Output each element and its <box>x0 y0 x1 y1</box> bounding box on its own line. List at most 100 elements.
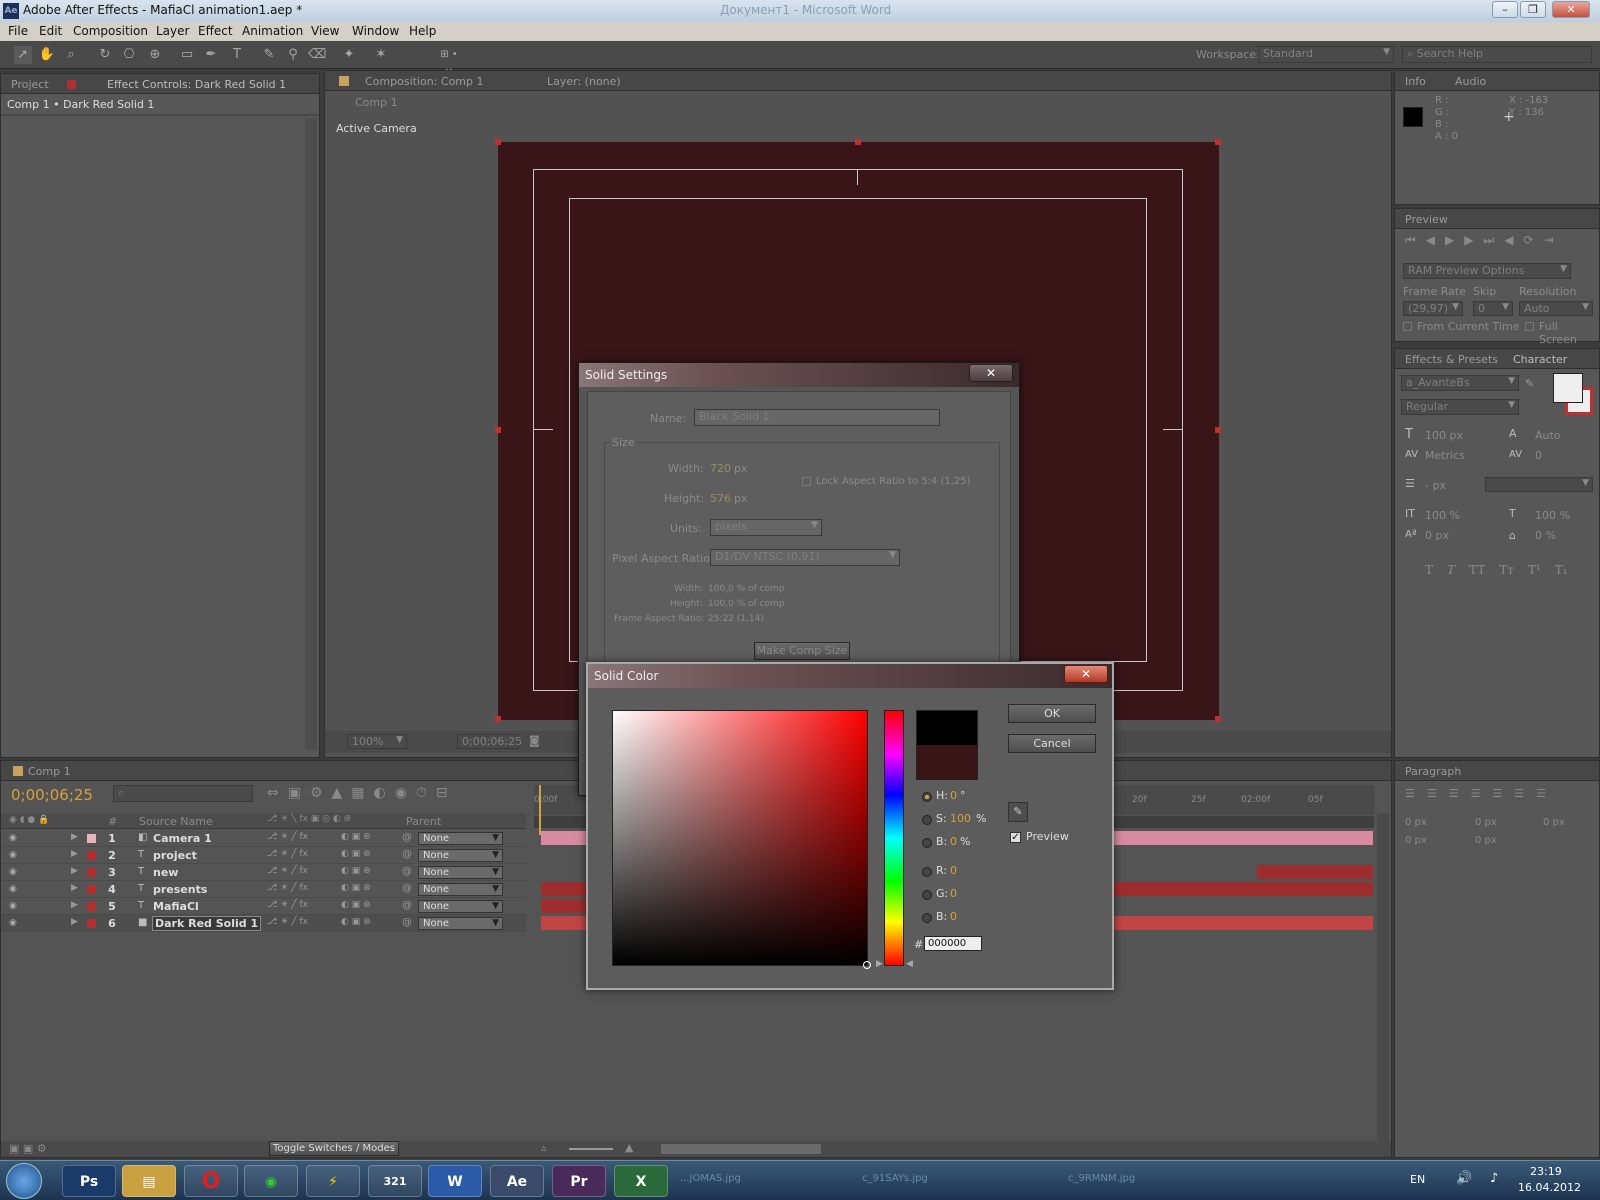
menu-file[interactable]: File <box>8 24 28 38</box>
fill-color-swatch-front[interactable] <box>1553 373 1583 403</box>
text-style-buttons[interactable]: T T TT Tт T¹ T₁ <box>1425 563 1568 577</box>
alignment-buttons[interactable]: ☰☰☰☰☰☰☰ <box>1405 787 1558 800</box>
layer-3d-switches[interactable]: ◐ ▣ ⊛ <box>341 832 371 842</box>
snapshot-icon[interactable]: ◙ <box>529 734 540 747</box>
layer-handle[interactable] <box>1215 716 1221 722</box>
subscript-button[interactable]: T₁ <box>1555 563 1568 577</box>
layer-3d-switches[interactable]: ◐ ▣ ⊛ <box>341 849 371 859</box>
layer-3d-switches[interactable]: ◐ ▣ ⊛ <box>341 917 371 927</box>
expand-triangle-icon[interactable]: ▶ <box>71 832 78 842</box>
tab-effect-controls[interactable]: Effect Controls: Dark Red Solid 1 <box>107 78 286 91</box>
skip-dropdown[interactable]: 0 ▼ <box>1473 301 1513 316</box>
ghost-taskbar-item[interactable]: ...JOMAS.jpg <box>680 1173 741 1184</box>
layer-switches[interactable]: ⎇ ☀ ╱ fx <box>267 832 308 842</box>
menu-animation[interactable]: Animation <box>242 24 303 38</box>
old-color-swatch[interactable] <box>917 745 977 779</box>
pan-behind-tool-icon[interactable]: ⊕ <box>146 46 164 64</box>
chrome-taskbar-icon[interactable]: ◉ <box>244 1165 298 1197</box>
hex-input[interactable]: 000000 <box>924 936 982 951</box>
expand-triangle-icon[interactable]: ▶ <box>71 849 78 859</box>
g-value[interactable]: 0 <box>950 887 957 900</box>
opera-taskbar-icon[interactable]: O <box>184 1165 238 1197</box>
lock-aspect-checkbox[interactable] <box>802 477 811 486</box>
current-time-indicator[interactable] <box>539 785 541 835</box>
timeline-horizontal-scrollbar[interactable] <box>661 1144 821 1154</box>
layer-handle[interactable] <box>1215 139 1221 145</box>
layer-3d-switches[interactable]: ◐ ▣ ⊛ <box>341 866 371 876</box>
comp-timecode-field[interactable]: 0;00;06;25 <box>457 734 522 749</box>
space-before[interactable]: 0 px <box>1405 835 1427 846</box>
label-color-swatch[interactable] <box>87 868 96 877</box>
layer-row[interactable]: ◉ ▶ 3 Tnew ⎇ ☀ ╱ fx ◐ ▣ ⊛ @ None ▼ <box>1 864 526 881</box>
eye-icon[interactable]: ◉ <box>9 918 19 928</box>
comp-breadcrumb[interactable]: Comp 1 <box>355 96 398 109</box>
layer-row[interactable]: ◉ ▶ 2 Tproject ⎇ ☀ ╱ fx ◐ ▣ ⊛ @ None ▼ <box>1 847 526 864</box>
eye-icon[interactable]: ◉ <box>9 884 19 894</box>
faux-italic-button[interactable]: T <box>1447 563 1455 577</box>
winamp-taskbar-icon[interactable]: ⚡ <box>306 1165 360 1197</box>
solid-name-input[interactable]: Black Solid 1 <box>694 409 940 426</box>
faux-bold-button[interactable]: T <box>1425 563 1433 577</box>
expand-triangle-icon[interactable]: ▶ <box>71 917 78 927</box>
solid-settings-close-button[interactable]: ✕ <box>969 364 1013 382</box>
stroke-width-value[interactable]: - px <box>1425 479 1446 492</box>
layer-row[interactable]: ◉ ▶ 4 Tpresents ⎇ ☀ ╱ fx ◐ ▣ ⊛ @ None ▼ <box>1 881 526 898</box>
menu-composition[interactable]: Composition <box>73 24 148 38</box>
par-dropdown[interactable]: D1/DV NTSC (0,91) ▼ <box>710 549 900 566</box>
b-radio[interactable] <box>922 838 932 848</box>
timeline-switches-toolbar[interactable]: ⇔▣⚙▲▦◐◉⏱⊟ <box>267 785 457 801</box>
menu-effect[interactable]: Effect <box>198 24 233 38</box>
tab-layer[interactable]: Layer: (none) <box>547 75 621 88</box>
h-value[interactable]: 0 <box>950 789 957 802</box>
layer-switches[interactable]: ⎇ ☀ ╱ fx <box>267 900 308 910</box>
label-color-swatch[interactable] <box>87 851 96 860</box>
zoom-in-icon[interactable]: ▲ <box>625 1141 633 1154</box>
col-parent[interactable]: Parent <box>406 815 441 828</box>
font-family-dropdown[interactable]: a_AvanteBs ▼ <box>1401 375 1519 391</box>
layer-handle[interactable] <box>855 139 861 145</box>
space-after[interactable]: 0 px <box>1475 835 1497 846</box>
search-help-input[interactable]: ⌕ Search Help <box>1402 46 1592 63</box>
expand-triangle-icon[interactable]: ▶ <box>71 883 78 893</box>
hue-slider-left-arrow[interactable]: ▶ <box>876 959 883 969</box>
timeline-vertical-scrollbar[interactable] <box>1377 813 1389 1143</box>
close-window-button[interactable]: ✕ <box>1552 1 1590 18</box>
cancel-button[interactable]: Cancel <box>1008 734 1096 753</box>
word-taskbar-icon[interactable]: W <box>428 1165 482 1197</box>
blue-radio[interactable] <box>922 913 932 923</box>
blue-value[interactable]: 0 <box>950 910 957 923</box>
layer-handle[interactable] <box>495 139 501 145</box>
layer-bar-mafiacl[interactable] <box>541 899 589 913</box>
layer-name[interactable]: MafiaCl <box>153 900 199 913</box>
type-tool-icon[interactable]: T <box>228 46 246 64</box>
excel-taskbar-icon[interactable]: X <box>614 1165 668 1197</box>
eye-icon[interactable]: ◉ <box>9 850 19 860</box>
rotate-tool-icon[interactable]: ↻ <box>96 46 114 64</box>
language-indicator[interactable]: EN <box>1410 1173 1425 1186</box>
tab-info[interactable]: Info <box>1405 75 1426 88</box>
indent-left[interactable]: 0 px <box>1405 817 1427 828</box>
layer-handle[interactable] <box>1215 427 1221 433</box>
layer-name[interactable]: Camera 1 <box>153 832 212 845</box>
rectangle-tool-icon[interactable]: ▭ <box>178 46 196 64</box>
after-effects-taskbar-icon[interactable]: Ae <box>490 1165 544 1197</box>
roto-brush-tool-icon[interactable]: ✦ <box>340 46 358 64</box>
selection-tool-icon[interactable]: ➚ <box>14 46 32 64</box>
superscript-button[interactable]: T¹ <box>1528 563 1541 577</box>
r-value[interactable]: 0 <box>950 864 957 877</box>
layer-handle[interactable] <box>495 427 501 433</box>
full-screen-checkbox[interactable] <box>1525 322 1534 331</box>
layer-name[interactable]: project <box>153 849 197 862</box>
layer-name[interactable]: new <box>153 866 178 879</box>
tab-composition[interactable]: Composition: Comp 1 <box>365 75 484 88</box>
media-player-taskbar-icon[interactable]: 321 <box>368 1165 422 1197</box>
eye-icon[interactable]: ◉ <box>9 833 19 843</box>
units-dropdown[interactable]: pixels ▼ <box>710 519 822 536</box>
hand-tool-icon[interactable]: ✋ <box>38 46 56 64</box>
parent-dropdown[interactable]: None ▼ <box>418 883 503 896</box>
parent-dropdown[interactable]: None ▼ <box>418 917 503 930</box>
resolution-dropdown[interactable]: Auto ▼ <box>1519 301 1593 316</box>
horizontal-scale-value[interactable]: 100 % <box>1535 509 1570 522</box>
indent-first-line[interactable]: 0 px <box>1543 817 1565 828</box>
eraser-tool-icon[interactable]: ⌫ <box>308 46 326 64</box>
